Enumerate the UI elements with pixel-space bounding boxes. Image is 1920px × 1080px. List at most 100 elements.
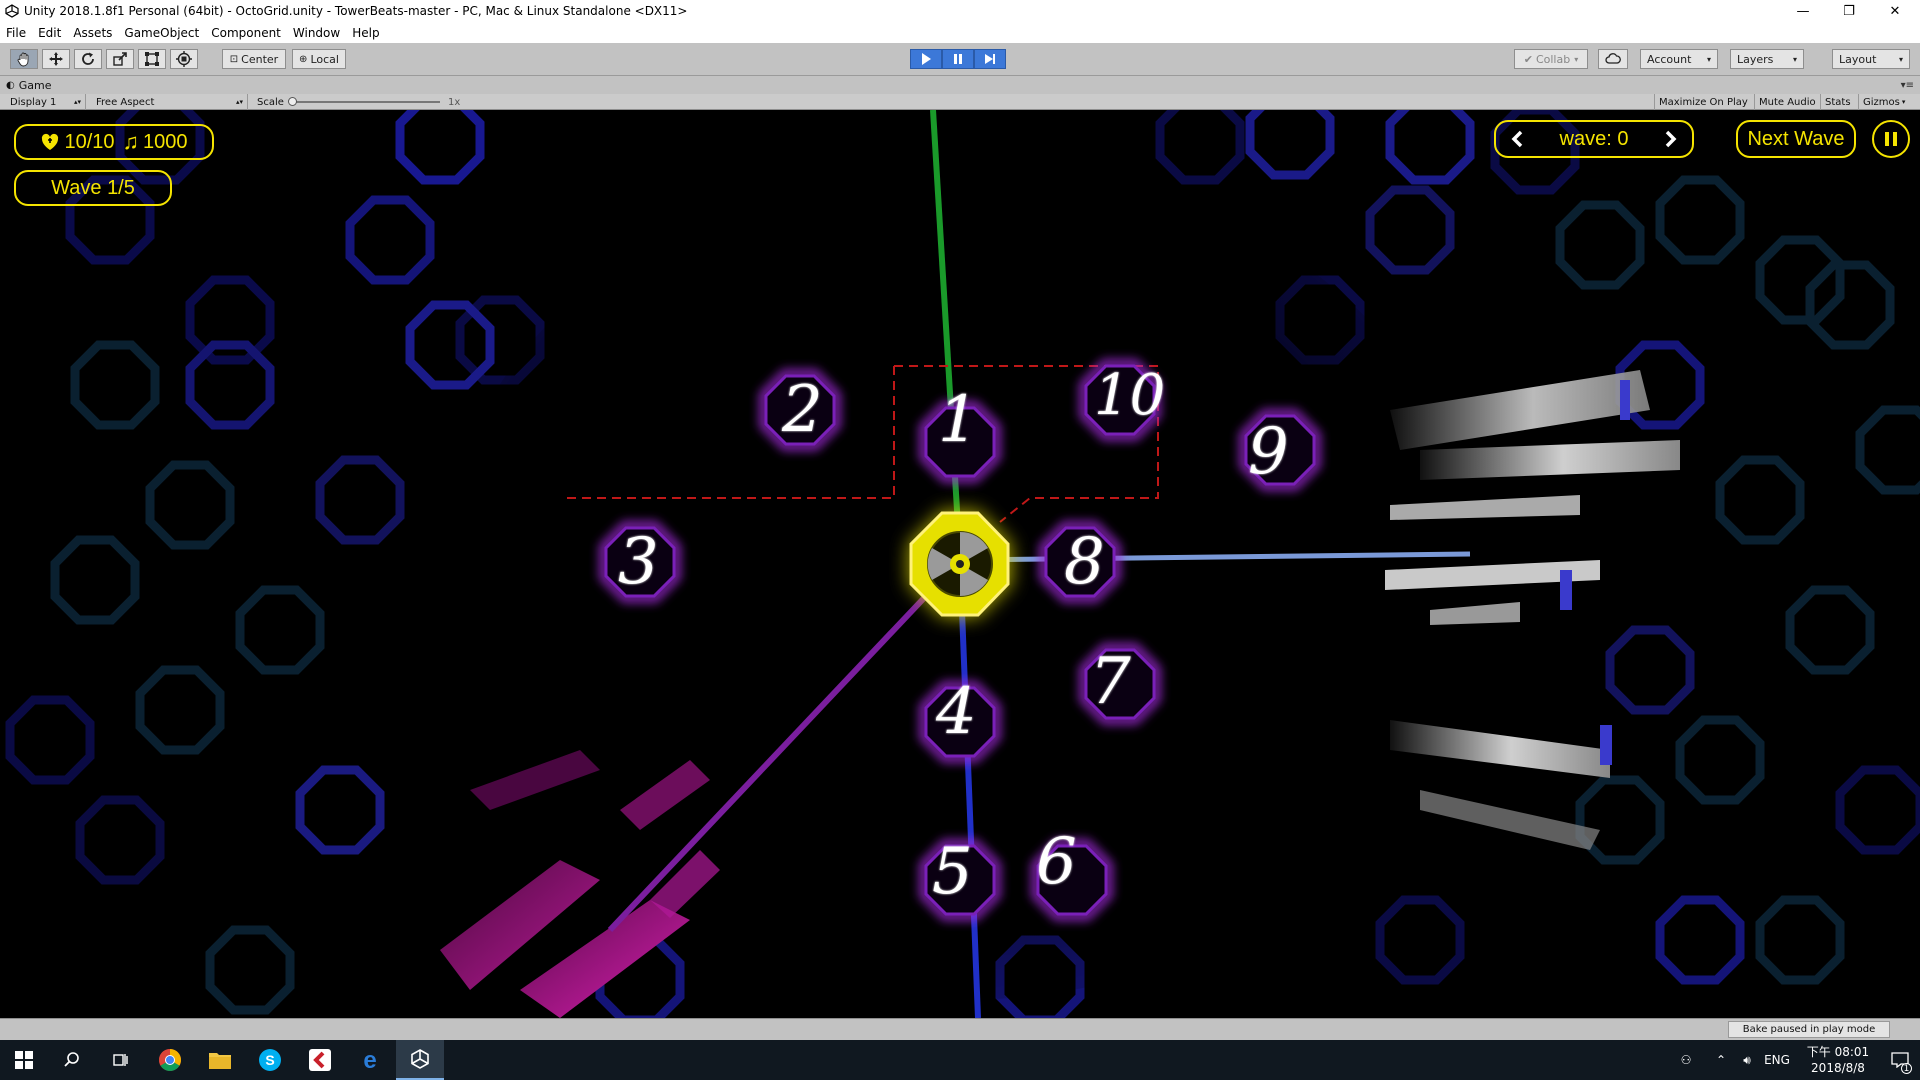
scale-value: 1x <box>448 96 461 108</box>
maximize-on-play-toggle[interactable]: Maximize On Play <box>1654 94 1748 110</box>
background-octagon <box>1805 260 1895 350</box>
game-tab-label: Game <box>18 78 52 92</box>
menu-edit[interactable]: Edit <box>32 26 67 40</box>
file-explorer-icon <box>209 1053 231 1069</box>
move-tool-button[interactable] <box>42 49 70 69</box>
unity-icon <box>411 1049 429 1069</box>
gizmos-dropdown[interactable]: Gizmos ▾ <box>1858 94 1905 110</box>
background-octagon <box>135 665 225 755</box>
step-button[interactable] <box>974 49 1006 69</box>
menu-assets[interactable]: Assets <box>67 26 118 40</box>
game-view-toolbar: Display 1 ▴▾ Free Aspect ▴▾ Scale 1x Maxim… <box>0 94 1920 110</box>
layers-label: Layers <box>1737 52 1774 66</box>
chrome-taskbar-button[interactable] <box>146 1040 194 1080</box>
hand-tool-button[interactable] <box>10 49 38 69</box>
game-view[interactable]: 1 2 3 4 5 6 7 8 9 10 10/10 ♫ 1000 Wave 1… <box>0 110 1920 1018</box>
slot-label-8: 8 <box>1064 525 1105 599</box>
space-label: Local <box>310 52 339 66</box>
menu-window[interactable]: Window <box>287 26 346 40</box>
show-hidden-icons-button[interactable]: ⌃ <box>1710 1040 1732 1080</box>
cloud-button[interactable] <box>1598 49 1628 69</box>
windows-icon <box>15 1051 33 1069</box>
play-button[interactable] <box>910 49 942 69</box>
pivot-center-button[interactable]: ⊡ Center <box>222 49 286 69</box>
search-button[interactable] <box>48 1040 96 1080</box>
aspect-dropdown[interactable]: Free Aspect ▴▾ <box>96 94 248 110</box>
slot-label-9: 9 <box>1248 415 1289 489</box>
aspect-label: Free Aspect <box>96 96 155 108</box>
menu-help[interactable]: Help <box>346 26 385 40</box>
background-octagon <box>1375 895 1465 985</box>
maximize-button[interactable]: ❐ <box>1826 0 1872 22</box>
clock[interactable]: 下午 08:01 2018/8/8 <box>1798 1040 1878 1080</box>
transform-tool-button[interactable] <box>170 49 198 69</box>
space-local-button[interactable]: ⊕ Local <box>292 49 346 69</box>
background-octagon <box>1655 895 1745 985</box>
background-octagon <box>235 585 325 675</box>
red-app-taskbar-button[interactable] <box>296 1040 344 1080</box>
pause-button[interactable] <box>942 49 974 69</box>
scale-slider-thumb[interactable] <box>288 97 297 106</box>
menu-gameobject[interactable]: GameObject <box>118 26 205 40</box>
menu-component[interactable]: Component <box>205 26 287 40</box>
background-octagon <box>1245 110 1335 180</box>
start-button[interactable] <box>0 1040 48 1080</box>
transform-icon <box>176 51 192 67</box>
background-octagon <box>1855 405 1920 495</box>
tab-menu-icon[interactable]: ▾≡ <box>1901 80 1914 91</box>
next-wave-arrow-button[interactable] <box>1664 130 1678 148</box>
menu-file[interactable]: File <box>0 26 32 40</box>
edge-icon: e <box>363 1048 376 1072</box>
background-octagon <box>1785 585 1875 675</box>
slot-label-10: 10 <box>1094 363 1166 428</box>
scale-slider[interactable] <box>288 94 440 110</box>
scale-tool-button[interactable] <box>106 49 134 69</box>
file-explorer-taskbar-button[interactable] <box>196 1040 244 1080</box>
next-wave-button[interactable]: Next Wave <box>1736 120 1856 158</box>
background-octagon <box>1655 175 1745 265</box>
minimize-button[interactable]: — <box>1780 0 1826 22</box>
mute-audio-toggle[interactable]: Mute Audio <box>1754 94 1816 110</box>
background-octagon <box>1555 200 1645 290</box>
slot-label-6: 6 <box>1036 825 1077 899</box>
pivot-label: Center <box>241 52 279 66</box>
background-octagon <box>1575 775 1665 865</box>
account-dropdown[interactable]: Account ▾ <box>1640 49 1718 69</box>
svg-text:S: S <box>265 1052 274 1068</box>
game-tab[interactable]: ◐ Game <box>6 79 51 92</box>
slot-label-3: 3 <box>618 525 659 599</box>
rect-tool-button[interactable] <box>138 49 166 69</box>
clock-date: 2018/8/8 <box>1811 1061 1865 1075</box>
language-indicator[interactable]: ENG <box>1762 1040 1792 1080</box>
background-octagon <box>5 695 95 785</box>
app-icon <box>309 1049 331 1071</box>
close-button[interactable]: ✕ <box>1872 0 1918 22</box>
stats-toggle[interactable]: Stats <box>1820 94 1851 110</box>
edge-taskbar-button[interactable]: e <box>346 1040 394 1080</box>
dropdown-arrow-icon: ▾ <box>1574 54 1579 64</box>
chevron-right-icon <box>1665 130 1677 148</box>
music-note-icon: ♫ <box>122 129 140 154</box>
background-octagon <box>50 535 140 625</box>
background-octagon <box>1755 895 1845 985</box>
rotate-tool-button[interactable] <box>74 49 102 69</box>
layout-dropdown[interactable]: Layout ▾ <box>1832 49 1910 69</box>
volume-tray-button[interactable]: 🔊︎ <box>1734 1040 1760 1080</box>
background-octagon <box>345 195 435 285</box>
action-center-button[interactable]: 1 <box>1880 1040 1920 1080</box>
rotate-icon <box>82 52 94 65</box>
people-tray-icon[interactable]: ⚇ <box>1672 1040 1700 1080</box>
task-view-button[interactable] <box>96 1040 144 1080</box>
unity-taskbar-button[interactable] <box>396 1040 444 1080</box>
scale-label: Scale <box>257 96 284 108</box>
background-octagon <box>1385 110 1475 185</box>
layers-dropdown[interactable]: Layers ▾ <box>1730 49 1804 69</box>
skype-taskbar-button[interactable]: S <box>246 1040 294 1080</box>
search-icon <box>64 1052 79 1067</box>
display-dropdown[interactable]: Display 1 ▴▾ <box>10 94 86 110</box>
collab-dropdown[interactable]: ✔ Collab ▾ <box>1514 49 1588 69</box>
heart-shield-icon <box>42 133 59 150</box>
pause-game-button[interactable] <box>1872 120 1910 158</box>
wave-counter: Wave 1/5 <box>14 170 172 206</box>
prev-wave-button[interactable] <box>1510 130 1524 148</box>
